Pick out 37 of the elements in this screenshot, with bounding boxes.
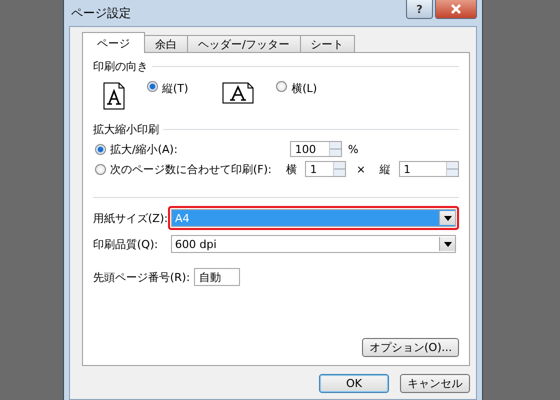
radio-button[interactable] — [276, 81, 288, 92]
field-label: 先頭ページ番号(R): — [93, 270, 190, 284]
field-label: 用紙サイズ(Z): — [93, 210, 168, 226]
tab[interactable]: ヘッダー/フッター — [187, 35, 301, 52]
spin-field[interactable]: 100 — [290, 141, 342, 157]
tab[interactable]: ページ — [82, 32, 145, 53]
radio-label: 縦(T) — [162, 81, 188, 96]
radio-label: 横(L) — [291, 81, 318, 96]
field-label: 縦 — [380, 162, 391, 176]
dropdown[interactable]: 600 dpi — [171, 235, 456, 253]
input-field[interactable]: 自動 — [194, 268, 240, 286]
caret-icon — [444, 216, 452, 220]
field-label: 印刷品質(Q): — [93, 236, 159, 252]
options-button[interactable]: オプション(O)... — [362, 338, 459, 357]
radio-button[interactable] — [147, 81, 158, 92]
dialog-button[interactable]: OK — [319, 374, 389, 393]
times-sign: × — [356, 162, 366, 176]
caret-icon — [444, 242, 452, 246]
tab[interactable]: シート — [300, 35, 355, 52]
radio-label: 次のページ数に合わせて印刷(F): — [110, 162, 273, 176]
help-button[interactable]: ? — [406, 0, 433, 19]
radio-button[interactable] — [95, 164, 106, 174]
window-title: ページ設定 — [71, 4, 131, 22]
dialog-button[interactable]: キャンセル — [400, 374, 470, 393]
tab[interactable]: 余白 — [144, 35, 188, 52]
portrait-page-icon — [103, 82, 125, 110]
landscape-page-icon — [222, 82, 254, 104]
section-title: 印刷の向き — [93, 59, 148, 74]
unit-label: % — [348, 142, 358, 156]
radio-label: 拡大/縮小(A): — [110, 142, 179, 156]
close-button[interactable] — [435, 0, 477, 19]
spin-field[interactable]: 1 — [305, 161, 346, 177]
field-label: 横 — [286, 162, 298, 176]
section-title: 拡大縮小印刷 — [93, 122, 159, 137]
radio-button[interactable] — [95, 144, 106, 154]
close-icon — [449, 4, 463, 14]
spin-field[interactable]: 1 — [398, 161, 459, 177]
